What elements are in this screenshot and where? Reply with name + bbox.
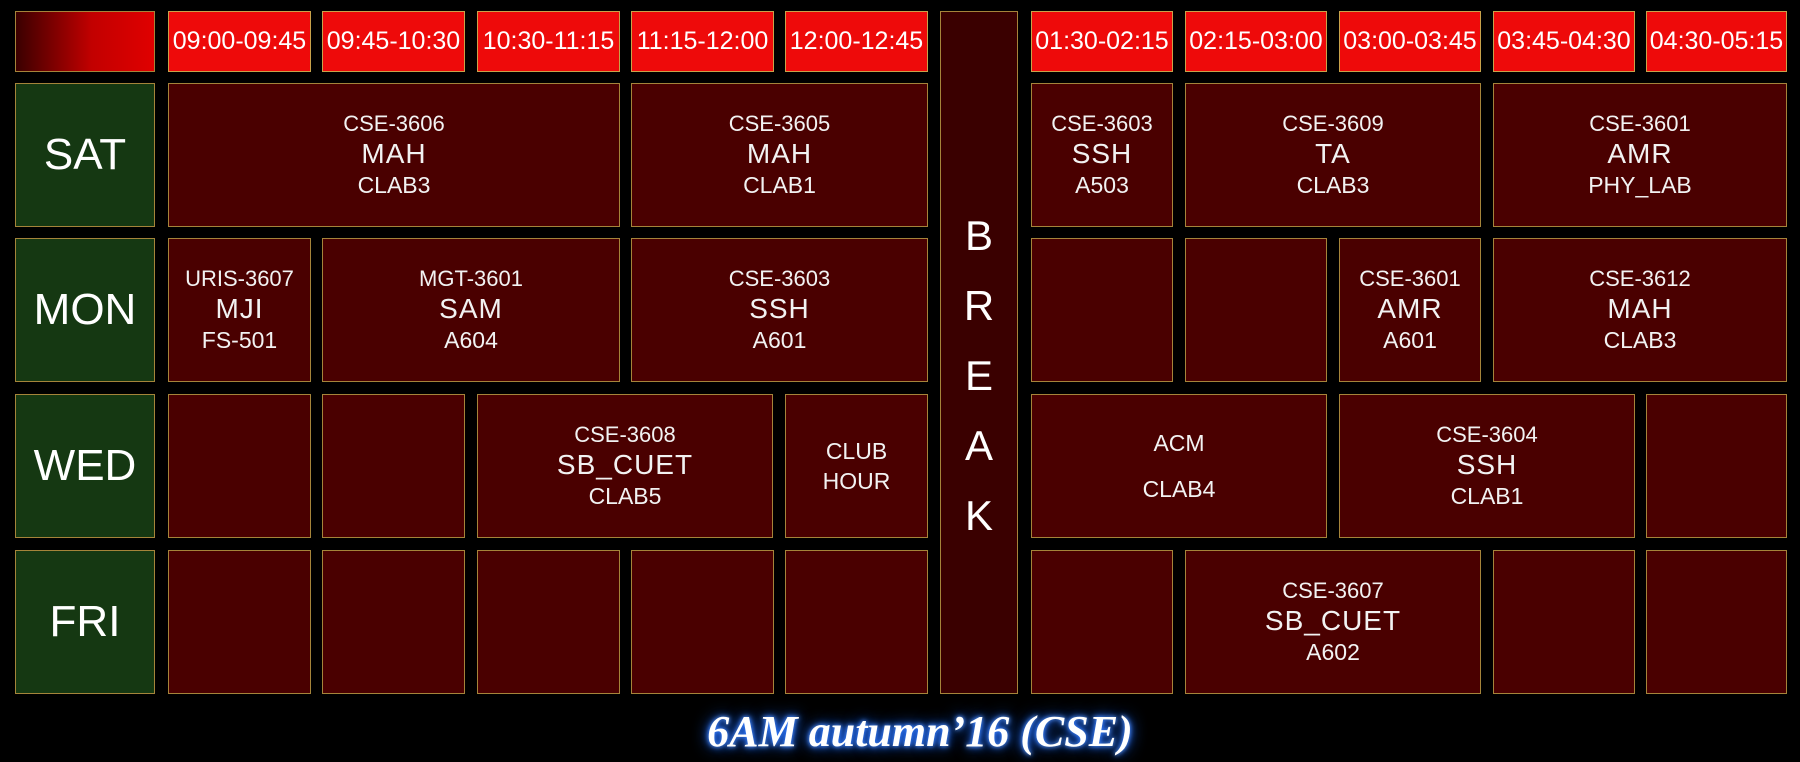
empty-cell	[322, 550, 465, 694]
time-slot-5: 12:00-12:45	[785, 11, 928, 72]
course-code: CSE-3604	[1436, 422, 1538, 447]
course-code: CSE-3603	[728, 266, 831, 291]
instructor: MAH	[746, 138, 813, 169]
room: PHY_LAB	[1588, 172, 1692, 198]
schedule-title: 6AM autumn’16 (CSE)	[707, 706, 1133, 756]
instructor: SB_CUET	[556, 449, 694, 480]
room: FS-501	[201, 327, 278, 353]
course-code: URIS-3607	[185, 266, 294, 291]
instructor: AMR	[1377, 293, 1443, 324]
empty-cell	[1031, 550, 1173, 694]
class-cell[interactable]: CSE-3601 AMR PHY_LAB	[1493, 83, 1787, 227]
instructor: AMR	[1607, 138, 1673, 169]
room: CLAB1	[1450, 483, 1524, 509]
break-letter: A	[964, 422, 993, 469]
empty-cell	[631, 550, 774, 694]
room: CLAB3	[357, 172, 431, 198]
class-cell[interactable]: URIS-3607 MJI FS-501	[168, 238, 311, 382]
time-slot-8: 03:00-03:45	[1339, 11, 1481, 72]
class-cell[interactable]: CSE-3612 MAH CLAB3	[1493, 238, 1787, 382]
instructor: TA	[1315, 138, 1351, 169]
course-code: CSE-3607	[1282, 578, 1384, 603]
time-slot-7: 02:15-03:00	[1185, 11, 1327, 72]
club-label: CLUB	[825, 438, 888, 464]
empty-cell	[1646, 394, 1787, 538]
corner-gradient	[15, 11, 155, 72]
class-cell[interactable]: CSE-3606 MAH CLAB3	[168, 83, 620, 227]
time-slot-6: 01:30-02:15	[1031, 11, 1173, 72]
course-code: MGT-3601	[419, 266, 523, 291]
class-cell[interactable]: CSE-3609 TA CLAB3	[1185, 83, 1481, 227]
course-code: CSE-3609	[1282, 111, 1384, 136]
course-code: CSE-3603	[1051, 111, 1153, 136]
instructor: MJI	[215, 293, 264, 324]
instructor: SSH	[1071, 138, 1133, 169]
room: A602	[1306, 639, 1360, 665]
course-code: CSE-3601	[1359, 266, 1461, 291]
room: CLAB1	[743, 172, 816, 198]
acm-label: ACM	[1153, 430, 1205, 456]
instructor: SSH	[1456, 449, 1518, 480]
room: CLAB3	[1296, 172, 1370, 198]
empty-cell	[477, 550, 620, 694]
day-label-mon: MON	[15, 238, 155, 382]
empty-cell	[322, 394, 465, 538]
break-letter: B	[964, 212, 993, 259]
room: A503	[1075, 172, 1129, 198]
empty-cell	[1185, 238, 1327, 382]
class-cell[interactable]: CSE-3608 SB_CUET CLAB5	[477, 394, 773, 538]
acm-cell[interactable]: ACM CLAB4	[1031, 394, 1327, 538]
instructor: SAM	[439, 293, 503, 324]
room: CLAB4	[1142, 476, 1216, 502]
time-slot-10: 04:30-05:15	[1646, 11, 1787, 72]
day-label-fri: FRI	[15, 550, 155, 694]
class-cell[interactable]: MGT-3601 SAM A604	[322, 238, 620, 382]
hour-label: HOUR	[822, 468, 891, 494]
day-label-wed: WED	[15, 394, 155, 538]
break-letter: E	[964, 352, 993, 399]
empty-cell	[168, 394, 311, 538]
empty-cell	[1493, 550, 1635, 694]
instructor: SSH	[749, 293, 810, 324]
instructor: MAH	[1607, 293, 1673, 324]
room: CLAB5	[588, 483, 662, 509]
time-slot-2: 09:45-10:30	[322, 11, 465, 72]
day-label-sat: SAT	[15, 83, 155, 227]
room: CLAB3	[1603, 327, 1677, 353]
break-letter: K	[964, 492, 993, 539]
time-slot-1: 09:00-09:45	[168, 11, 311, 72]
time-slot-4: 11:15-12:00	[631, 11, 774, 72]
empty-cell	[1646, 550, 1787, 694]
instructor: SB_CUET	[1264, 605, 1402, 636]
club-hour-cell[interactable]: CLUB HOUR	[785, 394, 928, 538]
instructor: MAH	[361, 138, 427, 169]
time-slot-3: 10:30-11:15	[477, 11, 620, 72]
break-letter: R	[963, 282, 995, 329]
empty-cell	[1031, 238, 1173, 382]
empty-cell	[168, 550, 311, 694]
class-cell[interactable]: CSE-3603 SSH A601	[631, 238, 928, 382]
class-cell[interactable]: CSE-3604 SSH CLAB1	[1339, 394, 1635, 538]
break-column: B R E A K	[940, 11, 1018, 694]
room: A604	[444, 327, 498, 353]
course-code: CSE-3606	[343, 111, 445, 136]
room: A601	[1383, 327, 1437, 353]
time-slot-9: 03:45-04:30	[1493, 11, 1635, 72]
course-code: CSE-3605	[728, 111, 831, 136]
empty-cell	[785, 550, 928, 694]
course-code: CSE-3608	[574, 422, 676, 447]
class-cell[interactable]: CSE-3603 SSH A503	[1031, 83, 1173, 227]
room: A601	[752, 327, 807, 353]
course-code: CSE-3601	[1589, 111, 1691, 136]
course-code: CSE-3612	[1589, 266, 1691, 291]
class-cell[interactable]: CSE-3605 MAH CLAB1	[631, 83, 928, 227]
class-cell[interactable]: CSE-3601 AMR A601	[1339, 238, 1481, 382]
class-cell[interactable]: CSE-3607 SB_CUET A602	[1185, 550, 1481, 694]
